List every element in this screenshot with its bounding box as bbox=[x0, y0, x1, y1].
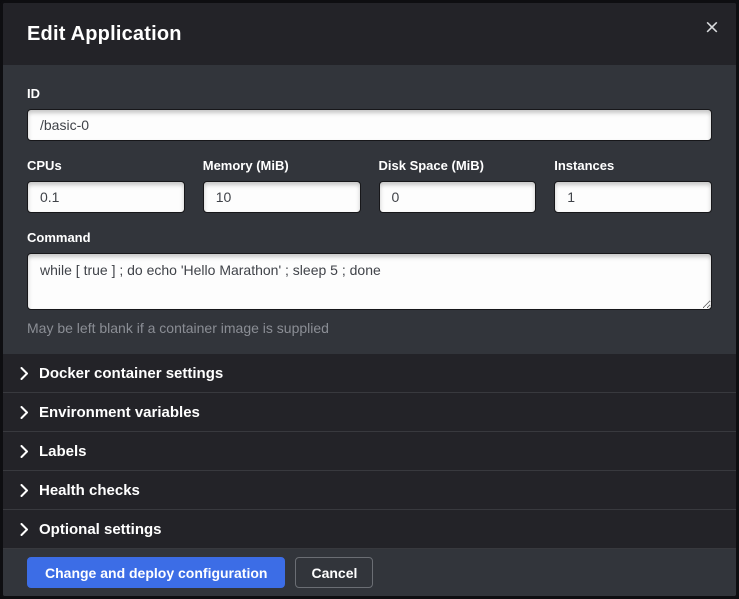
collapsible-sections: Docker container settings Environment va… bbox=[3, 354, 736, 549]
modal-footer: Change and deploy configuration Cancel bbox=[3, 549, 736, 596]
modal-header: Edit Application × bbox=[3, 3, 736, 65]
close-button[interactable]: × bbox=[700, 15, 724, 39]
section-environment-variables[interactable]: Environment variables bbox=[3, 393, 736, 432]
command-help-text: May be left blank if a container image i… bbox=[27, 320, 712, 336]
section-label: Health checks bbox=[39, 482, 140, 499]
chevron-right-icon bbox=[20, 445, 29, 458]
id-label: ID bbox=[27, 86, 712, 101]
cpus-label: CPUs bbox=[27, 158, 185, 173]
id-input[interactable] bbox=[27, 109, 712, 141]
instances-input[interactable] bbox=[554, 181, 712, 213]
field-id: ID bbox=[27, 86, 712, 141]
memory-label: Memory (MiB) bbox=[203, 158, 361, 173]
command-textarea[interactable]: while [ true ] ; do echo 'Hello Marathon… bbox=[27, 253, 712, 310]
instances-label: Instances bbox=[554, 158, 712, 173]
modal-body: ID CPUs Memory (MiB) Disk Space (MiB) In… bbox=[3, 65, 736, 354]
chevron-right-icon bbox=[20, 367, 29, 380]
field-instances: Instances bbox=[554, 158, 712, 213]
section-health-checks[interactable]: Health checks bbox=[3, 471, 736, 510]
close-icon: × bbox=[704, 16, 720, 38]
edit-application-modal: Edit Application × ID CPUs Memory (MiB) … bbox=[0, 0, 739, 599]
field-command: Command while [ true ] ; do echo 'Hello … bbox=[27, 230, 712, 336]
chevron-right-icon bbox=[20, 523, 29, 536]
resources-row: CPUs Memory (MiB) Disk Space (MiB) Insta… bbox=[27, 158, 712, 213]
field-disk-space: Disk Space (MiB) bbox=[379, 158, 537, 213]
section-labels[interactable]: Labels bbox=[3, 432, 736, 471]
field-cpus: CPUs bbox=[27, 158, 185, 213]
section-docker-container-settings[interactable]: Docker container settings bbox=[3, 354, 736, 393]
disk-space-input[interactable] bbox=[379, 181, 537, 213]
chevron-right-icon bbox=[20, 484, 29, 497]
section-label: Optional settings bbox=[39, 521, 162, 538]
cpus-input[interactable] bbox=[27, 181, 185, 213]
chevron-right-icon bbox=[20, 406, 29, 419]
change-and-deploy-button[interactable]: Change and deploy configuration bbox=[27, 557, 285, 588]
modal-title: Edit Application bbox=[27, 23, 182, 46]
memory-input[interactable] bbox=[203, 181, 361, 213]
command-label: Command bbox=[27, 230, 712, 245]
section-label: Environment variables bbox=[39, 404, 200, 421]
cancel-button[interactable]: Cancel bbox=[295, 557, 373, 588]
disk-space-label: Disk Space (MiB) bbox=[379, 158, 537, 173]
field-memory: Memory (MiB) bbox=[203, 158, 361, 213]
section-label: Labels bbox=[39, 443, 87, 460]
section-label: Docker container settings bbox=[39, 365, 223, 382]
section-optional-settings[interactable]: Optional settings bbox=[3, 510, 736, 549]
